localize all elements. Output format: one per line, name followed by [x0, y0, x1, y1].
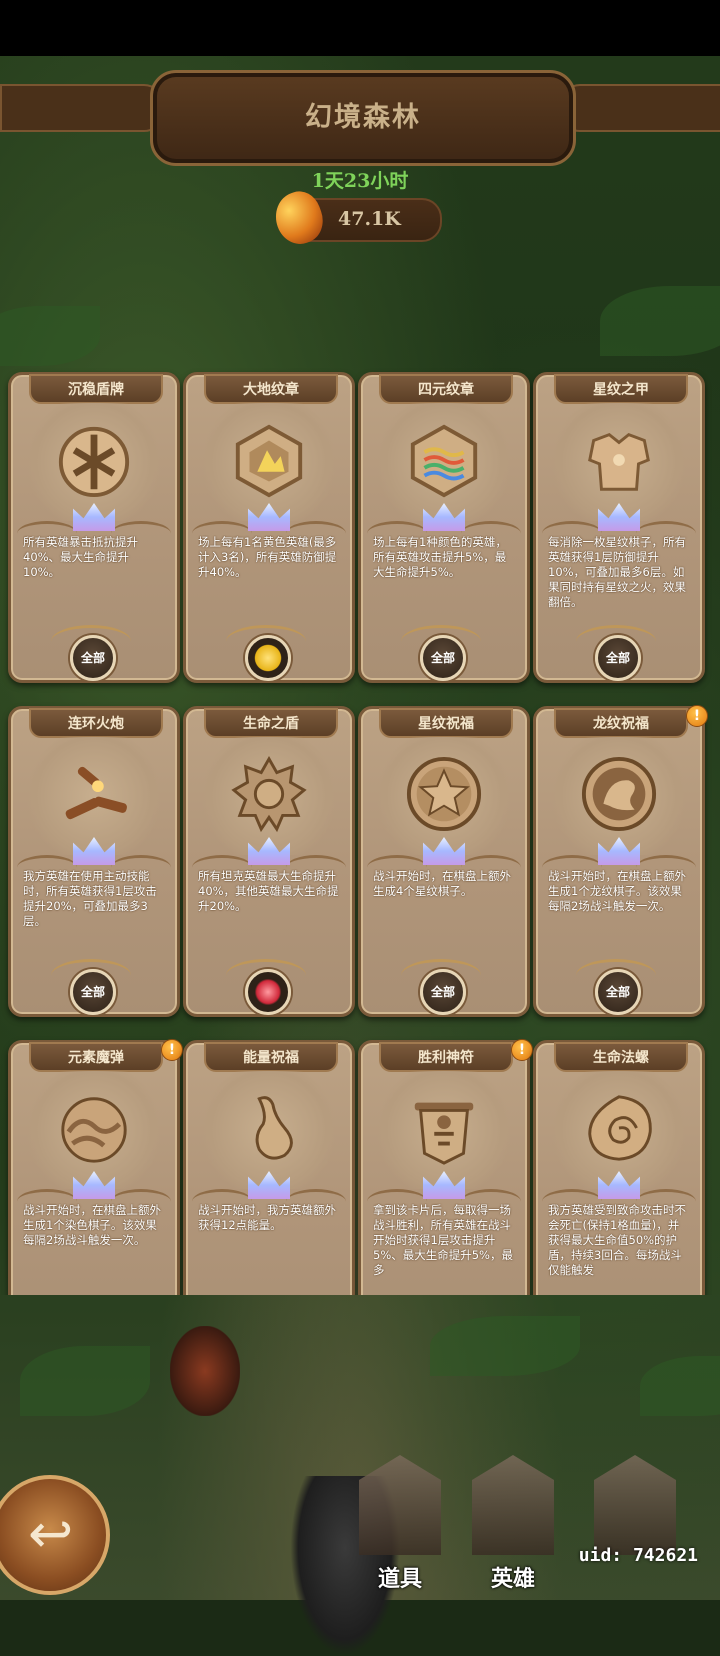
red-hero-badge	[245, 969, 291, 1015]
card-title-bar: 大地纹章	[204, 374, 338, 404]
card-title: 大地纹章	[243, 382, 299, 398]
card-title: 生命之盾	[243, 716, 299, 732]
spiked-shield-icon	[231, 755, 307, 833]
shield-icon	[58, 426, 130, 498]
card-description: 我方英雄在使用主动技能时，所有英雄获得1层攻击提升20%，可叠加最多3层。	[23, 869, 157, 928]
card-star-blessing[interactable]: 星纹祝福 战斗开始时，在棋盘上额外生成4个星纹棋子。 全部	[358, 706, 530, 1017]
card-grid: 沉稳盾牌 所有英雄暴击抵抗提升40%、最大生命提升10%。 全部 大地纹章 场上…	[0, 0, 720, 1295]
card-energy-blessing[interactable]: 能量祝福 战斗开始时，我方英雄额外获得12点能量。	[183, 1040, 355, 1295]
card-title-bar: 元素魔弹	[29, 1042, 163, 1072]
card-earth-emblem[interactable]: 大地纹章 场上每有1名黄色英雄(最多计入3名)，所有英雄防御提升40%。	[183, 372, 355, 683]
nav-items-label: 道具	[377, 1567, 422, 1592]
all-heroes-badge: 全部	[70, 969, 116, 1015]
cannon-icon	[65, 766, 127, 820]
nav-items-button[interactable]: 道具	[345, 1445, 455, 1600]
card-title: 星纹之甲	[593, 382, 649, 398]
card-victory-rune[interactable]: 胜利神符 ! 拿到该卡片后，每取得一场战斗胜利，所有英雄在战斗开始时获得1层攻击…	[358, 1039, 533, 1295]
card-title-bar: 胜利神符	[379, 1042, 513, 1072]
card-title-bar: 生命法螺	[554, 1042, 688, 1072]
card-title: 胜利神符	[418, 1050, 474, 1066]
card-description: 战斗开始时，我方英雄额外获得12点能量。	[198, 1203, 336, 1232]
card-title: 四元纹章	[418, 382, 474, 398]
items-icon	[359, 1455, 441, 1555]
all-heroes-badge: 全部	[595, 635, 641, 681]
alert-icon: !	[161, 1039, 183, 1061]
card-description: 战斗开始时，在棋盘上额外生成1个龙纹棋子。该效果每隔2场战斗触发一次。	[548, 869, 686, 913]
nav-heroes-button[interactable]: 英雄	[458, 1445, 568, 1600]
back-arrow-icon: ↩	[28, 1502, 74, 1565]
card-title-bar: 星纹祝福	[379, 708, 513, 738]
star-medal-icon	[406, 756, 482, 832]
card-title: 元素魔弹	[68, 1050, 124, 1066]
all-heroes-badge: 全部	[70, 635, 116, 681]
card-description: 每消除一枚星纹棋子，所有英雄获得1层防御提升10%，可叠加最多6层。如果同时持有…	[548, 535, 686, 609]
card-description: 所有坦克英雄最大生命提升40%，其他英雄最大生命提升20%。	[198, 869, 339, 913]
dragon-medal-icon	[581, 756, 657, 832]
earth-emblem-icon	[235, 424, 303, 498]
card-description: 战斗开始时，在棋盘上额外生成1个染色棋子。该效果每隔2场战斗触发一次。	[23, 1203, 161, 1247]
card-description: 场上每有1名黄色英雄(最多计入3名)，所有英雄防御提升40%。	[198, 535, 337, 579]
alert-icon: !	[686, 705, 708, 727]
card-element-bullet[interactable]: 元素魔弹 ! 战斗开始时，在棋盘上额外生成1个染色棋子。该效果每隔2场战斗触发一…	[8, 1039, 183, 1295]
heroes-icon	[472, 1455, 554, 1555]
card-star-armor[interactable]: 星纹之甲 每消除一枚星纹棋子，所有英雄获得1层防御提升10%，可叠加最多6层。如…	[533, 372, 705, 683]
card-title-bar: 连环火炮	[29, 708, 163, 738]
card-title: 生命法螺	[593, 1050, 649, 1066]
totem-decoration	[170, 1326, 240, 1416]
card-dragon-blessing[interactable]: 龙纹祝福 ! 战斗开始时，在棋盘上额外生成1个龙纹棋子。该效果每隔2场战斗触发一…	[533, 705, 708, 1017]
card-description: 所有英雄暴击抵抗提升40%、最大生命提升10%。	[23, 535, 138, 579]
nav-heroes-label: 英雄	[490, 1567, 535, 1592]
user-id-label: uid: 742621	[578, 1545, 698, 1566]
card-title-bar: 星纹之甲	[554, 374, 688, 404]
card-title-bar: 能量祝福	[204, 1042, 338, 1072]
card-title: 能量祝福	[243, 1050, 299, 1066]
card-title: 连环火炮	[68, 716, 124, 732]
card-title: 沉稳盾牌	[68, 382, 124, 398]
all-heroes-badge: 全部	[420, 969, 466, 1015]
card-description: 我方英雄受到致命攻击时不会死亡(保持1格血量)，并获得最大生命值50%的护盾，持…	[548, 1203, 686, 1277]
card-title: 星纹祝福	[418, 716, 474, 732]
card-title-bar: 四元纹章	[379, 374, 513, 404]
card-chain-cannon[interactable]: 连环火炮 我方英雄在使用主动技能时，所有英雄获得1层攻击提升20%，可叠加最多3…	[8, 706, 180, 1017]
card-title-bar: 生命之盾	[204, 708, 338, 738]
card-title: 龙纹祝福	[593, 716, 649, 732]
card-life-shield[interactable]: 生命之盾 所有坦克英雄最大生命提升40%，其他英雄最大生命提升20%。	[183, 706, 355, 1017]
card-four-element-emblem[interactable]: 四元纹章 场上每有1种颜色的英雄，所有英雄攻击提升5%，最大生命提升5%。 全部	[358, 372, 530, 683]
star-armor-icon	[588, 432, 650, 491]
yellow-hero-badge	[245, 635, 291, 681]
cards-icon	[594, 1455, 676, 1555]
card-stable-shield[interactable]: 沉稳盾牌 所有英雄暴击抵抗提升40%、最大生命提升10%。 全部	[8, 372, 180, 683]
energy-gourd-icon	[255, 1096, 293, 1160]
conch-shell-icon	[588, 1095, 652, 1161]
card-title-bar: 沉稳盾牌	[29, 374, 163, 404]
alert-icon: !	[511, 1039, 533, 1061]
card-life-conch[interactable]: 生命法螺 我方英雄受到致命攻击时不会死亡(保持1格血量)，并获得最大生命值50%…	[533, 1040, 705, 1295]
card-description: 战斗开始时，在棋盘上额外生成4个星纹棋子。	[373, 869, 511, 898]
card-title-bar: 龙纹祝福	[554, 708, 688, 738]
victory-banner-icon	[414, 1102, 474, 1165]
nav-cards-button[interactable]	[580, 1445, 690, 1600]
card-description: 场上每有1种颜色的英雄，所有英雄攻击提升5%，最大生命提升5%。	[373, 535, 507, 579]
card-description: 拿到该卡片后，每取得一场战斗胜利，所有英雄在战斗开始时获得1层攻击提升5%、最大…	[373, 1203, 513, 1277]
all-heroes-badge: 全部	[420, 635, 466, 681]
four-element-emblem-icon	[410, 424, 478, 498]
all-heroes-badge: 全部	[595, 969, 641, 1015]
element-orb-icon	[61, 1097, 127, 1163]
